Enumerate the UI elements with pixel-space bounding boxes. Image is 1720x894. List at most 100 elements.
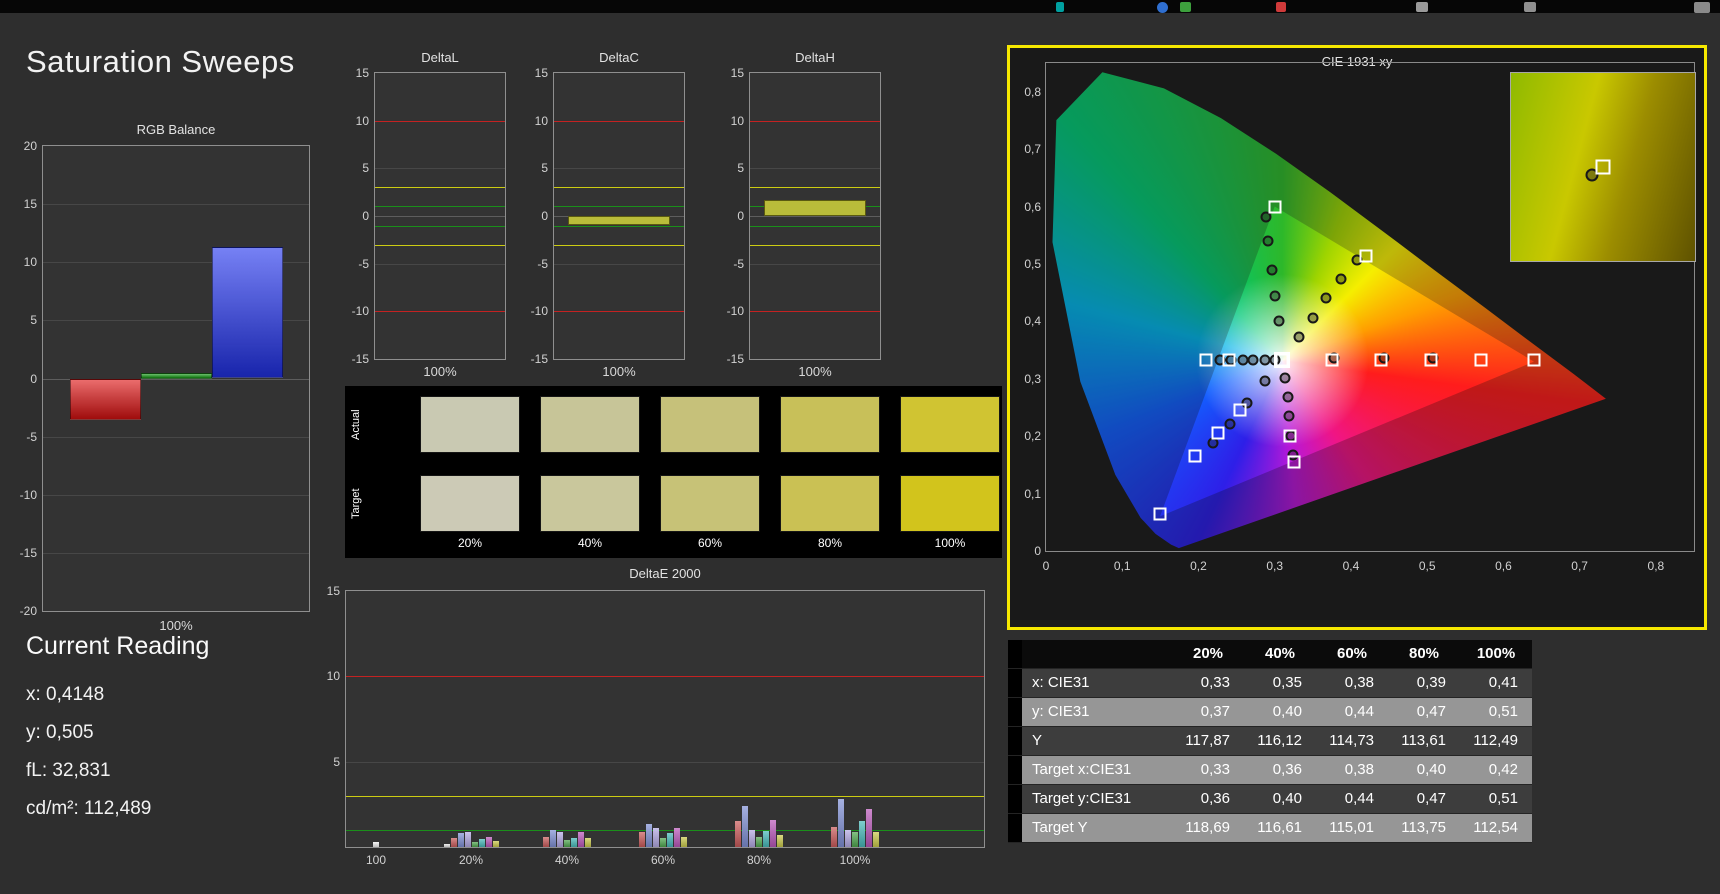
- delta-h-title: DeltaH: [795, 50, 835, 65]
- delta-e-bar: [485, 836, 492, 847]
- cie-x-tick-label: 0,3: [1266, 559, 1284, 573]
- table-value-cell: 0,47: [1416, 790, 1446, 807]
- layout-icon[interactable]: [1180, 2, 1191, 12]
- cie-measurement-point: [1320, 292, 1332, 304]
- cie-target-marker: [1153, 507, 1167, 521]
- top-toolbar: [0, 0, 1720, 13]
- delta-e-bar: [852, 832, 858, 847]
- delta-e-bar: [742, 806, 748, 847]
- swatch-col-label: 20%: [457, 536, 483, 550]
- actual-swatch: [420, 396, 520, 453]
- cie-measurement-point: [1247, 354, 1259, 366]
- table-value-cell: 0,33: [1200, 761, 1230, 778]
- cie-x-tick-label: 0,7: [1571, 559, 1588, 573]
- red-limit-line: [375, 311, 505, 313]
- y-tick-label: 0: [30, 371, 37, 386]
- green-limit-line: [375, 206, 505, 208]
- delta-e-bar: [653, 828, 659, 847]
- app-icon[interactable]: [1694, 2, 1710, 13]
- help-icon[interactable]: [1157, 2, 1168, 13]
- inset-target-marker: [1595, 159, 1611, 175]
- actual-swatch: [780, 396, 880, 453]
- red-limit-line: [750, 120, 880, 122]
- cie-measurement-point: [1266, 264, 1278, 276]
- target-swatch: [660, 475, 760, 532]
- cie-zoom-inset: [1510, 72, 1696, 262]
- table-row: Y 117,87 116,12 114,73 113,61 112,49: [1008, 727, 1532, 756]
- delta_c-bar: [568, 216, 670, 225]
- y-tick-label: 15: [730, 66, 744, 80]
- delta-h-x-label: 100%: [798, 364, 832, 379]
- cie-y-tick-label: 0,5: [1024, 256, 1041, 271]
- table-value-cell: 0,39: [1416, 674, 1446, 691]
- table-row-label: Target Y: [1032, 819, 1088, 836]
- delta-h-chart: -15 -10 -5 0 5 10 15: [727, 66, 881, 366]
- red-limit-line: [375, 120, 505, 122]
- delta-e-bar: [571, 837, 577, 847]
- green-limit-line: [346, 829, 984, 831]
- table-row: Target Y 118,69 116,61 115,01 113,75 112,54: [1008, 814, 1532, 843]
- y-tick-label: -5: [733, 256, 744, 271]
- table-value-cell: 0,37: [1200, 703, 1230, 720]
- gridline: [750, 216, 880, 217]
- delta-e-bar: [646, 823, 652, 847]
- window-icon[interactable]: [1416, 2, 1428, 12]
- gridline: [554, 263, 684, 265]
- delta-e-bar: [457, 833, 464, 847]
- delta-e-bar: [770, 819, 776, 847]
- green-limit-line: [554, 206, 684, 208]
- y-tick-label: 15: [326, 584, 340, 598]
- x-tick-label: 20%: [458, 853, 484, 867]
- delta-e-chart: 15 10 5 100 20% 40% 60% 80% 100%: [327, 584, 985, 867]
- gridline: [554, 168, 684, 170]
- cie-x-tick-label: 0,6: [1495, 559, 1512, 573]
- delta-e-bar: [681, 836, 687, 847]
- table-value-cell: 118,69: [1185, 819, 1230, 836]
- cie-x-tick-label: 0,2: [1190, 559, 1207, 573]
- table-value-cell: 116,61: [1257, 819, 1302, 836]
- gridline: [375, 216, 505, 217]
- table-row-edge: [1008, 814, 1022, 842]
- y-tick-label: -10: [351, 304, 369, 319]
- y-tick-label: 0: [362, 209, 369, 223]
- cie-x-tick-label: 0,8: [1647, 559, 1665, 573]
- cie-x-tick-label: 0: [1042, 559, 1050, 573]
- cie-measurement-point: [1269, 290, 1281, 302]
- table-value-cell: 0,40: [1416, 761, 1446, 778]
- table-value-cell: 0,40: [1272, 703, 1302, 720]
- record-icon[interactable]: [1276, 2, 1286, 12]
- table-row-edge: [1008, 698, 1022, 726]
- table-header-row: 20% 40% 60% 80% 100%: [1008, 640, 1532, 669]
- cie-target-marker: [1188, 449, 1202, 463]
- cie-measurement-point: [1273, 315, 1285, 327]
- cie-target-marker: [1268, 200, 1282, 214]
- panel-icon[interactable]: [1524, 2, 1536, 12]
- x-tick-label: 100%: [839, 853, 871, 867]
- y-tick-label: -20: [19, 604, 37, 618]
- table-value-cell: 0,51: [1488, 703, 1518, 720]
- cie-measurement-point: [1282, 391, 1294, 403]
- delta-e-bar: [838, 799, 844, 847]
- green-bar: [141, 372, 212, 379]
- table-header-cell: 20%: [1192, 645, 1224, 662]
- y-tick-label: 15: [355, 66, 369, 80]
- y-tick-label: -5: [358, 256, 369, 271]
- y-tick-label: -5: [537, 256, 548, 271]
- table-row-edge: [1008, 669, 1022, 697]
- red-limit-line: [750, 311, 880, 313]
- delta-e-bar: [585, 838, 591, 847]
- reading-line: y: 0,505: [26, 722, 94, 743]
- table-value-cell: 117,87: [1185, 732, 1230, 749]
- cie-target-marker: [1374, 353, 1388, 367]
- cie-target-marker: [1325, 353, 1339, 367]
- delta-e-bar: [660, 838, 666, 847]
- gridline: [375, 168, 505, 170]
- delta-e-title: DeltaE 2000: [629, 566, 701, 581]
- x-tick-label: 80%: [746, 853, 772, 867]
- analysis-icon[interactable]: [1056, 2, 1064, 12]
- table-value-cell: 112,54: [1473, 819, 1518, 836]
- table-header-cell: 60%: [1336, 645, 1368, 662]
- cie-x-tick-label: 0,1: [1113, 559, 1131, 573]
- table-value-cell: 0,38: [1344, 674, 1374, 691]
- cie-y-tick-label: 0,7: [1024, 142, 1041, 157]
